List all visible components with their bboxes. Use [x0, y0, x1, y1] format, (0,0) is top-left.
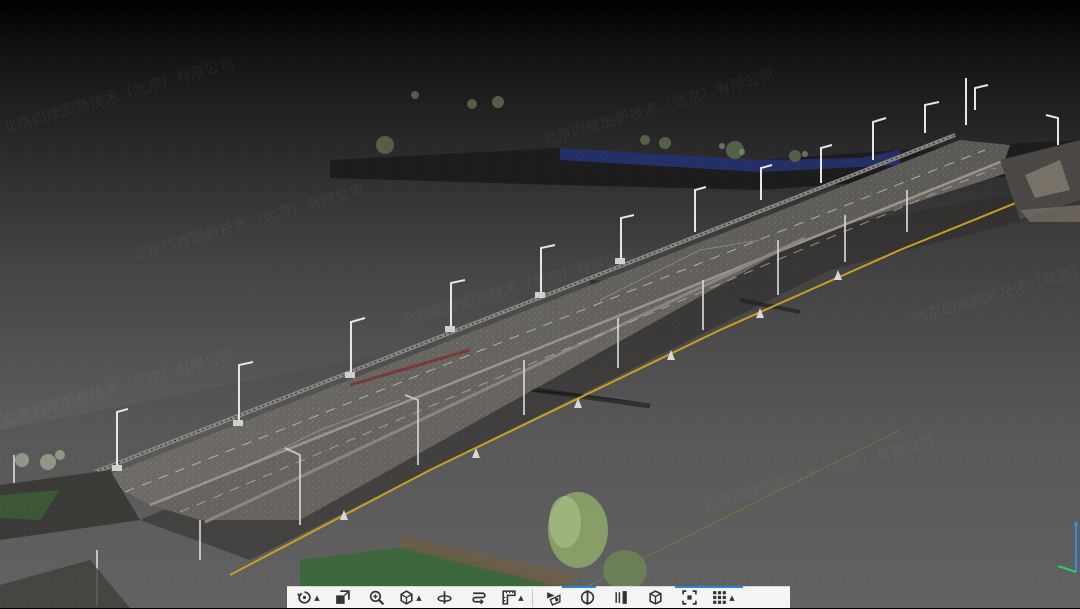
- clip-plane-button[interactable]: [570, 587, 604, 609]
- layers-cube-icon: [335, 590, 350, 604]
- turntable-icon: [436, 591, 452, 604]
- view-cube-button[interactable]: ▲: [393, 587, 427, 609]
- chevron-up-icon: ▲: [314, 593, 320, 602]
- orbit-rotate-button[interactable]: ▲: [291, 587, 325, 609]
- viewer-toolbar: ▲ ▲ ▲ ▲: [287, 586, 790, 608]
- view-cube-icon: [400, 590, 413, 605]
- grid-menu-button[interactable]: ▲: [706, 587, 740, 609]
- zoom-icon: [369, 590, 384, 606]
- chevron-up-icon: ▲: [416, 593, 422, 602]
- point-cloud-viewport[interactable]: 北京四维图新技术（北京）有限公司 北京四维图新技术（北京）有限公司 北京四维图新…: [0, 0, 1080, 608]
- walk-path-icon: [471, 592, 486, 605]
- walk-path-button[interactable]: [461, 587, 495, 609]
- layers-cube-button[interactable]: [325, 587, 359, 609]
- measure-tool-icon: [502, 590, 516, 605]
- grid-menu-icon: [713, 591, 727, 604]
- section-cut-button[interactable]: [536, 587, 570, 609]
- section-cut-icon: [546, 592, 561, 606]
- axis-gizmo: [1057, 522, 1078, 573]
- 3d-box-icon: [648, 590, 662, 605]
- point-cloud-scene[interactable]: [0, 0, 1080, 608]
- fit-extents-icon: [681, 590, 697, 605]
- measure-tool-button[interactable]: ▲: [495, 587, 529, 609]
- slice-icon: [614, 591, 627, 604]
- zoom-button[interactable]: [359, 587, 393, 609]
- fit-extents-button[interactable]: [672, 587, 706, 609]
- chevron-up-icon: ▲: [518, 593, 524, 602]
- toolbar-divider: [532, 588, 533, 607]
- slice-button[interactable]: [604, 587, 638, 609]
- orbit-rotate-icon: [297, 591, 311, 604]
- chevron-up-icon: ▲: [729, 593, 735, 602]
- turntable-button[interactable]: [427, 587, 461, 609]
- clip-plane-icon: [580, 590, 594, 605]
- 3d-box-button[interactable]: [638, 587, 672, 609]
